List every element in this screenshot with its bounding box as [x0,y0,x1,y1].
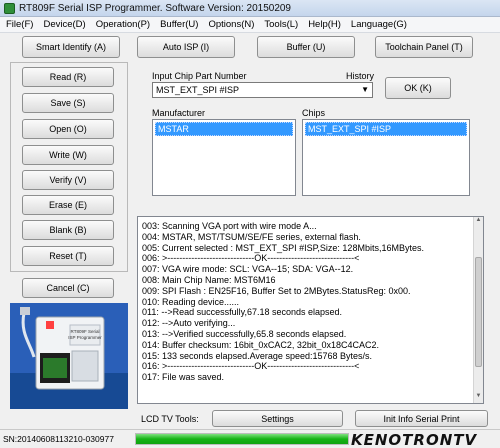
chip-part-number-combo[interactable]: MST_EXT_SPI #ISP ▼ [152,82,373,98]
scroll-thumb[interactable] [475,257,482,367]
log-line: 012: -->Auto verifying... [142,318,236,329]
manufacturer-label: Manufacturer [152,108,206,118]
log-line: 015: 133 seconds elapsed.Average speed:1… [142,350,373,361]
manufacturer-list[interactable]: MSTAR [152,119,296,196]
lcd-tv-tools-label: LCD TV Tools: [141,414,199,424]
lcd-tv-tools-row: LCD TV Tools: Settings Init Info Serial … [137,410,500,427]
log-line: 009: SPI Flash : EN25F16, Buffer Set to … [142,285,411,296]
device-label-line2: ISP Programmer [68,335,102,340]
log-line: 003: Scanning VGA port with wire mode A.… [142,221,317,231]
menu-bar: File(F) Device(D) Operation(P) Buffer(U)… [0,17,500,33]
log-line: 016: >-----------------------------OK---… [142,361,360,372]
log-line: 011: -->Read successfully,67.18 seconds … [142,307,343,318]
programmer-device-image: RT809F Serial ISP Programmer [10,303,128,409]
log-scrollbar[interactable]: ▲ ▼ [473,217,483,403]
blank-button[interactable]: Blank (B) [22,220,114,240]
title-bar: RT809F Serial ISP Programmer. Software V… [0,0,500,17]
log-line: 008: Main Chip Name: MST6M16 [142,274,276,285]
serial-number: SN:20140608113210-030977 [3,434,114,444]
list-item[interactable]: MST_EXT_SPI #ISP [305,122,467,136]
log-line: 005: Current selected : MST_EXT_SPI #ISP… [142,242,424,253]
progress-bar [135,433,349,445]
init-info-serial-print-button[interactable]: Init Info Serial Print [355,410,488,427]
device-label-line1: RT809F Serial [71,329,100,334]
log-line: 007: VGA wire mode: SCL: VGA--15; SDA: V… [142,264,354,275]
log-line: 013: -->Verified successfully,65.8 secon… [142,328,347,339]
read-button[interactable]: Read (R) [22,67,114,87]
history-label: History [346,71,375,81]
log-line: 014: Buffer checksum: 16bit_0xCAC2, 32bi… [142,339,379,350]
menu-options[interactable]: Options(N) [208,19,254,30]
menu-tools[interactable]: Tools(L) [264,19,298,30]
watermark-logo: KENOTRONTV [351,431,478,448]
list-item[interactable]: MSTAR [155,122,293,136]
settings-button[interactable]: Settings [212,410,343,427]
menu-language[interactable]: Language(G) [351,19,407,30]
status-bar: SN:20140608113210-030977 KENOTRONTV [0,429,500,448]
window-title: RT809F Serial ISP Programmer. Software V… [19,2,291,14]
buffer-button[interactable]: Buffer (U) [257,36,355,58]
log-line: 017: File was saved. [142,372,225,383]
chips-label: Chips [302,108,326,118]
app-icon [4,2,15,14]
menu-operation[interactable]: Operation(P) [96,19,150,30]
open-button[interactable]: Open (O) [22,119,114,139]
menu-help[interactable]: Help(H) [308,19,341,30]
log-line: 006: >-----------------------------OK---… [142,253,360,264]
log-line: 010: Reading device...... [142,296,240,307]
chips-list[interactable]: MST_EXT_SPI #ISP [302,119,470,196]
menu-buffer[interactable]: Buffer(U) [160,19,198,30]
chip-part-number-value: MST_EXT_SPI #ISP [156,85,240,95]
save-button[interactable]: Save (S) [22,93,114,113]
auto-isp-button[interactable]: Auto ISP (I) [137,36,235,58]
cancel-button[interactable]: Cancel (C) [22,278,114,298]
toolchain-panel-button[interactable]: Toolchain Panel (T) [375,36,473,58]
input-chip-label: Input Chip Part Number [152,71,247,81]
menu-file[interactable]: File(F) [6,19,33,30]
verify-button[interactable]: Verify (V) [22,170,114,190]
log-line: 004: MSTAR, MST/TSUM/SE/FE series, exter… [142,231,361,242]
ok-button[interactable]: OK (K) [385,77,451,99]
scroll-up-icon[interactable]: ▲ [474,217,483,227]
programmer-illustration: RT809F Serial ISP Programmer [10,303,128,409]
menu-device[interactable]: Device(D) [43,19,85,30]
erase-button[interactable]: Erase (E) [22,195,114,215]
write-button[interactable]: Write (W) [22,145,114,165]
log-output[interactable]: 003: Scanning VGA port with wire mode A.… [137,216,484,404]
reset-button[interactable]: Reset (T) [22,246,114,266]
progress-fill [136,434,348,444]
smart-identify-button[interactable]: Smart Identify (A) [22,36,120,58]
chevron-down-icon[interactable]: ▼ [361,85,369,94]
scroll-down-icon[interactable]: ▼ [474,393,483,403]
